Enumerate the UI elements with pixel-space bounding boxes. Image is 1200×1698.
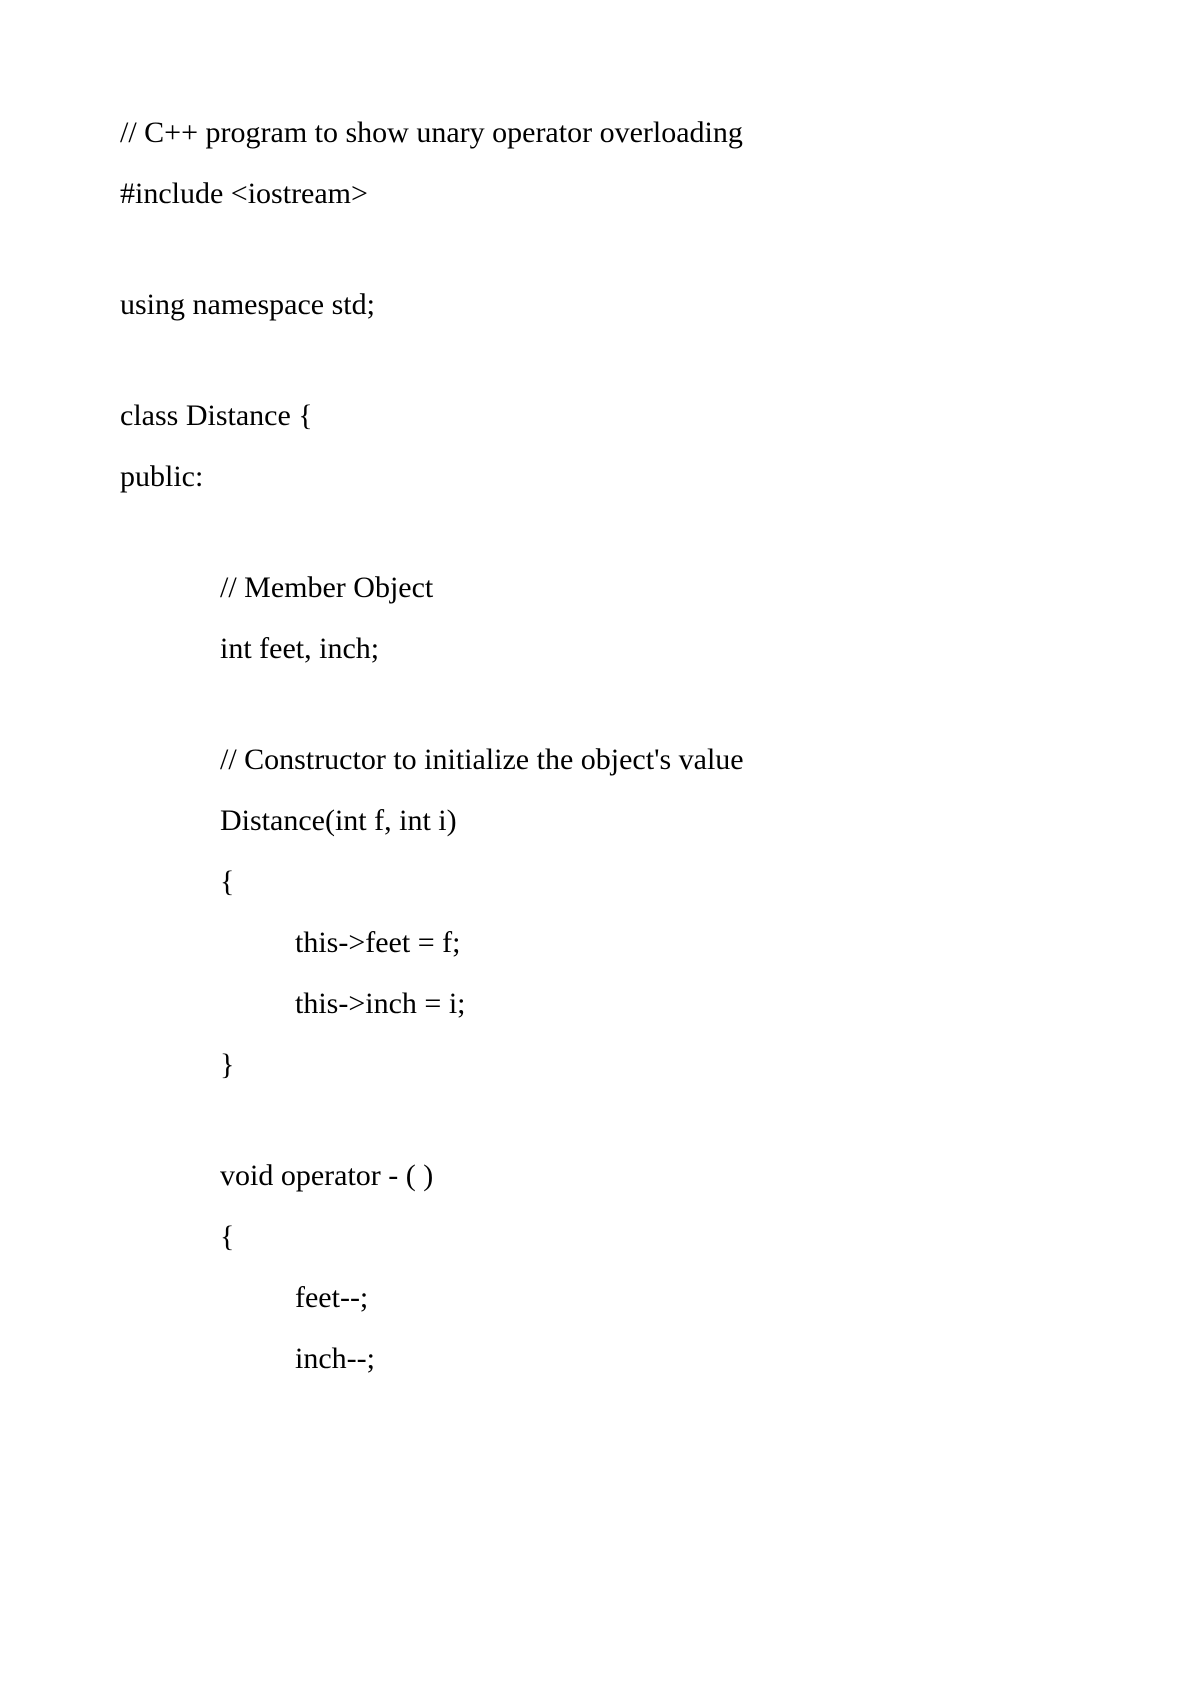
blank-line — [120, 1111, 1080, 1161]
code-line: #include <iostream> — [120, 179, 1080, 209]
code-line: int feet, inch; — [120, 634, 1080, 664]
code-line: feet--; — [120, 1283, 1080, 1313]
code-line: void operator - ( ) — [120, 1161, 1080, 1191]
blank-line — [120, 351, 1080, 401]
code-line: class Distance { — [120, 401, 1080, 431]
code-line: public: — [120, 462, 1080, 492]
code-line: } — [120, 1050, 1080, 1080]
blank-line — [120, 523, 1080, 573]
code-line: // Member Object — [120, 573, 1080, 603]
code-line: this->feet = f; — [120, 928, 1080, 958]
code-line: // C++ program to show unary operator ov… — [120, 118, 1080, 148]
code-line: { — [120, 1222, 1080, 1252]
code-line: this->inch = i; — [120, 989, 1080, 1019]
blank-line — [120, 240, 1080, 290]
code-line: using namespace std; — [120, 290, 1080, 320]
code-line: Distance(int f, int i) — [120, 806, 1080, 836]
code-line: inch--; — [120, 1344, 1080, 1374]
code-line: { — [120, 867, 1080, 897]
code-line: // Constructor to initialize the object'… — [120, 745, 1080, 775]
code-document: // C++ program to show unary operator ov… — [120, 118, 1080, 1374]
blank-line — [120, 695, 1080, 745]
